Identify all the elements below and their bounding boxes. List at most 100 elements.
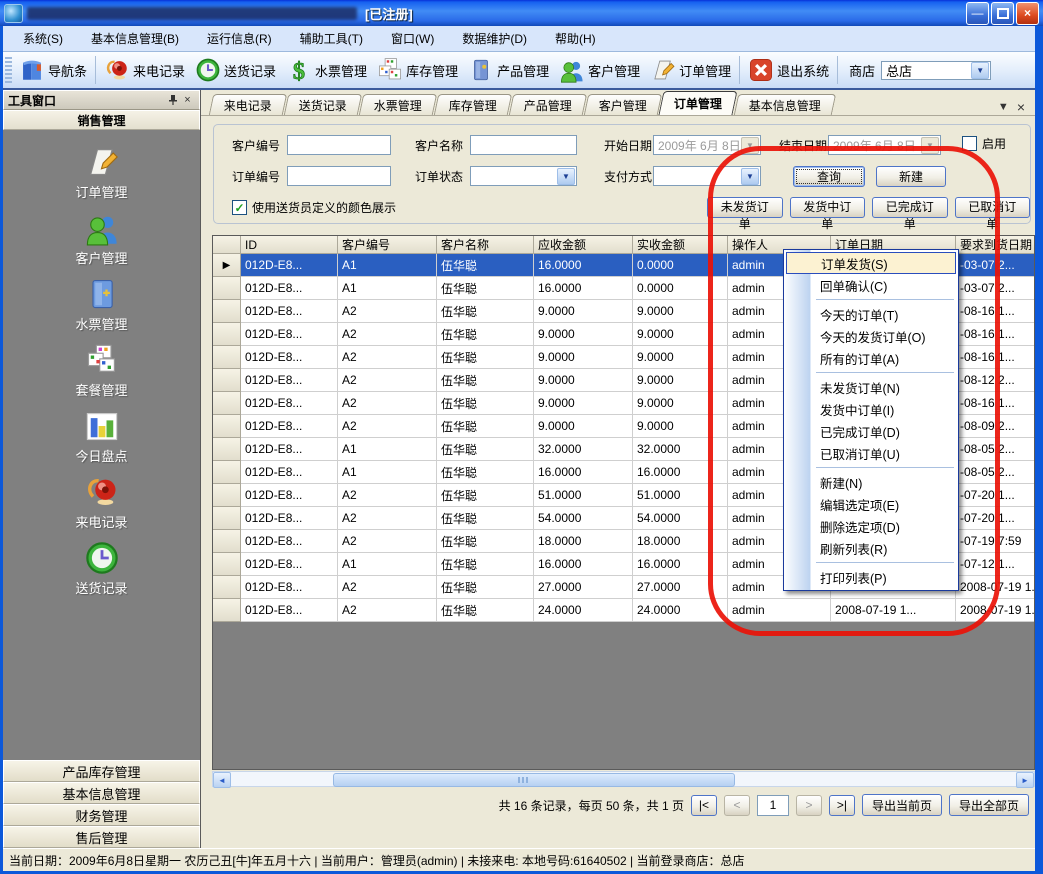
tab[interactable]: 送货记录 — [284, 94, 362, 115]
context-menu-item[interactable] — [816, 372, 954, 373]
toolbar-call-records-button[interactable]: 来电记录 — [99, 55, 190, 85]
tab[interactable]: 客户管理 — [584, 94, 662, 115]
tab-close-icon[interactable]: × — [1017, 99, 1025, 115]
toolbar-inventory-button[interactable]: 库存管理 — [372, 55, 463, 85]
tab[interactable]: 来电记录 — [209, 94, 287, 115]
scroll-right-icon[interactable]: ► — [1016, 772, 1034, 788]
chevron-down-icon[interactable]: ▼ — [557, 168, 575, 185]
context-menu-item[interactable]: 今天的订单(T) — [786, 303, 956, 325]
sidebar-item-today-stocktake[interactable]: 今日盘点 — [3, 408, 200, 465]
order-status-select[interactable]: ▼ — [470, 166, 577, 186]
tab[interactable]: 订单管理 — [659, 91, 738, 115]
menu-item[interactable]: 数据维护(D) — [448, 26, 541, 51]
shop-select[interactable]: 总店 ▼ — [881, 61, 991, 80]
toolbar-navigator-button[interactable]: 导航条 — [14, 55, 92, 85]
toolbar-water-ticket-button[interactable]: $ 水票管理 — [281, 55, 372, 85]
end-date-picker[interactable]: 2009年 6月 8日 ▼ — [828, 135, 941, 155]
page-number-input[interactable] — [757, 795, 789, 816]
close-button[interactable]: × — [1016, 2, 1039, 25]
next-page-button[interactable]: > — [796, 795, 822, 816]
new-button[interactable]: 新建 — [876, 166, 946, 187]
horizontal-scrollbar[interactable]: ◄ ► — [212, 771, 1035, 787]
sidebar-group-bar[interactable]: 财务管理 — [3, 804, 200, 826]
menu-item[interactable]: 基本信息管理(B) — [77, 26, 193, 51]
col-customer-no[interactable]: 客户编号 — [338, 236, 437, 254]
context-menu-item[interactable] — [816, 299, 954, 300]
context-menu-item[interactable] — [816, 562, 954, 563]
col-id[interactable]: ID — [241, 236, 338, 254]
first-page-button[interactable]: |< — [691, 795, 717, 816]
sidebar-group-bar[interactable]: 售后管理 — [3, 826, 200, 848]
order-no-input[interactable] — [287, 166, 391, 186]
sidebar-group-bar[interactable]: 基本信息管理 — [3, 782, 200, 804]
context-menu-item[interactable]: 已取消订单(U) — [786, 442, 956, 464]
toolbar-product-button[interactable]: 产品管理 — [463, 55, 554, 85]
tab-list-dropdown-icon[interactable]: ▼ — [998, 101, 1009, 113]
pay-method-select[interactable]: ▼ — [653, 166, 761, 186]
export-all-pages-button[interactable]: 导出全部页 — [949, 794, 1029, 816]
col-receivable[interactable]: 应收金额 — [534, 236, 633, 254]
col-received[interactable]: 实收金额 — [633, 236, 728, 254]
sidebar-group-bar[interactable]: 产品库存管理 — [3, 760, 200, 782]
last-page-button[interactable]: >| — [829, 795, 855, 816]
context-menu-item[interactable]: 编辑选定项(E) — [786, 493, 956, 515]
context-menu-item[interactable]: 回单确认(C) — [786, 274, 956, 296]
tab[interactable]: 水票管理 — [359, 94, 437, 115]
tab[interactable]: 基本信息管理 — [734, 94, 836, 115]
enable-checkbox[interactable] — [962, 136, 977, 151]
status-filter-button[interactable]: 已完成订单 — [872, 197, 948, 218]
scroll-left-icon[interactable]: ◄ — [213, 772, 231, 788]
color-display-checkbox-row[interactable]: ✓ 使用送货员定义的颜色展示 — [232, 199, 396, 216]
col-required-date[interactable]: 要求到货日期 — [956, 236, 1035, 254]
context-menu-item[interactable]: 刷新列表(R) — [786, 537, 956, 559]
prev-page-button[interactable]: < — [724, 795, 750, 816]
scrollbar-thumb[interactable] — [333, 773, 735, 787]
toolbar-grip[interactable] — [5, 57, 12, 83]
chevron-down-icon[interactable]: ▼ — [971, 62, 989, 79]
context-menu-item[interactable]: 删除选定项(D) — [786, 515, 956, 537]
sidebar-item-water-ticket-mgmt[interactable]: 水票管理 — [3, 276, 200, 333]
sidebar-group-sales[interactable]: 销售管理 — [3, 110, 200, 130]
menu-item[interactable]: 帮助(H) — [541, 26, 610, 51]
start-date-picker[interactable]: 2009年 6月 8日 ▼ — [653, 135, 761, 155]
color-checkbox[interactable]: ✓ — [232, 200, 247, 215]
toolbar-order-button[interactable]: 订单管理 — [645, 55, 736, 85]
col-customer-name[interactable]: 客户名称 — [437, 236, 534, 254]
customer-name-input[interactable] — [470, 135, 577, 155]
sidebar-item-delivery-records[interactable]: 送货记录 — [3, 540, 200, 597]
export-current-page-button[interactable]: 导出当前页 — [862, 794, 942, 816]
context-menu-item[interactable]: 打印列表(P) — [786, 566, 956, 588]
context-menu-item[interactable]: 订单发货(S) — [786, 252, 956, 274]
query-button[interactable]: 查询 — [793, 166, 865, 187]
status-filter-button[interactable]: 未发货订单 — [707, 197, 783, 218]
tab[interactable]: 产品管理 — [509, 94, 587, 115]
menu-item[interactable]: 窗口(W) — [377, 26, 448, 51]
menu-item[interactable]: 运行信息(R) — [193, 26, 286, 51]
menu-item[interactable]: 系统(S) — [9, 26, 77, 51]
tab[interactable]: 库存管理 — [434, 94, 512, 115]
pin-icon[interactable] — [165, 93, 180, 107]
context-menu-item[interactable]: 所有的订单(A) — [786, 347, 956, 369]
customer-no-input[interactable] — [287, 135, 391, 155]
context-menu-item[interactable]: 未发货订单(N) — [786, 376, 956, 398]
context-menu-item[interactable]: 新建(N) — [786, 471, 956, 493]
status-filter-button[interactable]: 已取消订单 — [955, 197, 1031, 218]
toolbar-exit-button[interactable]: 退出系统 — [743, 55, 834, 85]
menu-item[interactable]: 辅助工具(T) — [286, 26, 377, 51]
context-menu-item[interactable]: 今天的发货订单(O) — [786, 325, 956, 347]
minimize-button[interactable]: — — [966, 2, 989, 25]
sidebar-item-order-mgmt[interactable]: 订单管理 — [3, 144, 200, 201]
close-icon[interactable]: × — [180, 93, 195, 107]
status-filter-button[interactable]: 发货中订单 — [790, 197, 866, 218]
sidebar-item-customer-mgmt[interactable]: 客户管理 — [3, 210, 200, 267]
enable-date-filter[interactable]: 启用 — [962, 135, 1006, 152]
context-menu-item[interactable] — [816, 467, 954, 468]
toolbar-customer-button[interactable]: 客户管理 — [554, 55, 645, 85]
sidebar-item-call-records[interactable]: 来电记录 — [3, 474, 200, 531]
table-row[interactable]: 012D-E8... A2 伍华聪 24.0000 24.0000 admin … — [213, 599, 1035, 622]
chevron-down-icon[interactable]: ▼ — [741, 168, 759, 185]
sidebar-item-package-mgmt[interactable]: 套餐管理 — [3, 342, 200, 399]
toolbar-delivery-records-button[interactable]: 送货记录 — [190, 55, 281, 85]
context-menu-item[interactable]: 已完成订单(D) — [786, 420, 956, 442]
context-menu-item[interactable]: 发货中订单(I) — [786, 398, 956, 420]
